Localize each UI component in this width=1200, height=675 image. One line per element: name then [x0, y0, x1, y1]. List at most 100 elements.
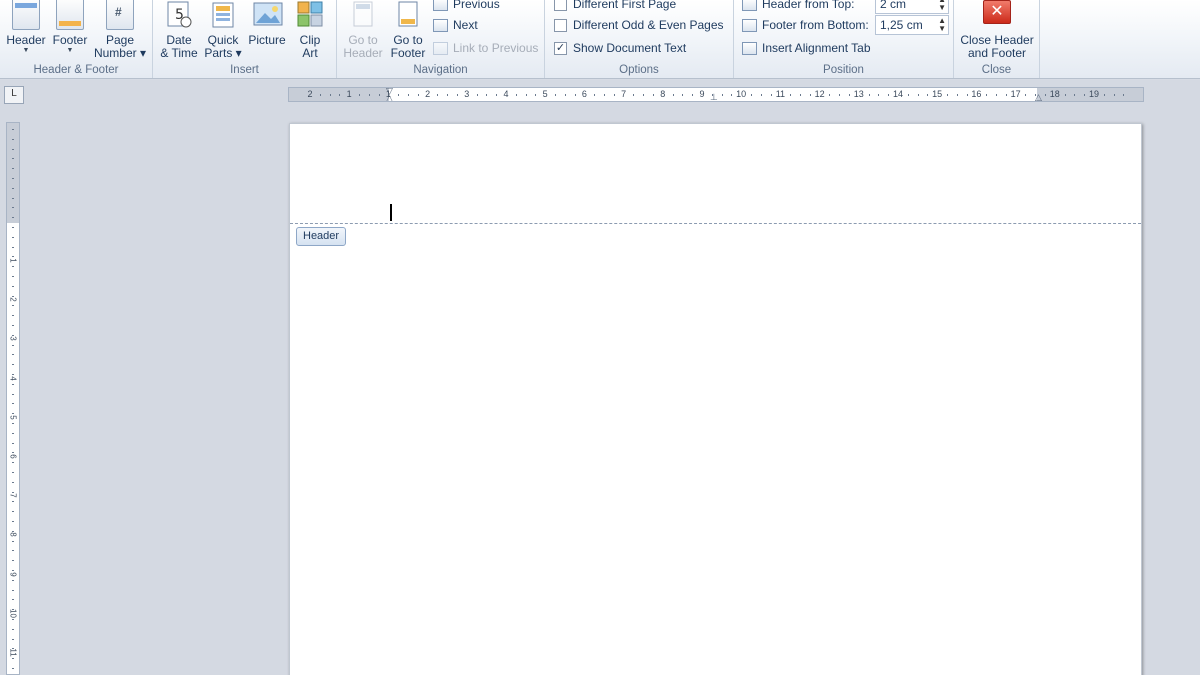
ruler-tick: [12, 403, 14, 405]
footer-icon: [56, 0, 84, 30]
different-odd-even-checkbox[interactable]: Different Odd & Even Pages: [554, 15, 724, 35]
ruler-tick: [760, 94, 762, 96]
clip-art-button[interactable]: Clip Art: [291, 0, 329, 60]
ruler-tick: [1035, 94, 1037, 96]
footer-position-icon: [742, 18, 757, 32]
checkmark-icon: ✓: [554, 41, 567, 55]
ruler-tick: [408, 94, 409, 96]
close-label-2: and Footer: [967, 46, 1027, 60]
ruler-tick: [12, 217, 14, 219]
ruler-label: 6: [581, 89, 587, 99]
group-label-header-footer: Header & Footer: [33, 64, 119, 76]
ruler-tick: [1045, 94, 1046, 96]
ruler-tick: [12, 364, 14, 366]
ruler-tick: [12, 413, 14, 415]
date-time-label-2: & Time: [160, 46, 198, 60]
footer-from-bottom-spinner[interactable]: 1,25 cm ▲ ▼: [875, 15, 949, 35]
ruler-tick: [12, 589, 14, 591]
ruler-tick: [476, 94, 478, 96]
ruler-label: 7: [621, 89, 627, 99]
tab-selector[interactable]: L: [4, 86, 24, 104]
go-to-footer-button[interactable]: Go to Footer: [387, 0, 429, 60]
quick-parts-button[interactable]: Quick Parts ▾: [203, 0, 243, 60]
ruler-label: 12: [814, 89, 825, 99]
ruler-tick: [574, 94, 576, 96]
ruler-tick: [12, 579, 14, 581]
checkbox-icon: [554, 0, 567, 11]
header-from-top-label-row: Header from Top:: [742, 0, 855, 14]
header-tag: Header: [296, 227, 347, 246]
quick-parts-label-2-text: Parts: [204, 46, 233, 60]
ruler-label: 1: [385, 89, 391, 99]
ruler-label: 8: [660, 89, 666, 99]
ruler-tick: [12, 158, 14, 160]
ruler-tick: [12, 138, 14, 140]
different-first-page-checkbox[interactable]: Different First Page: [554, 0, 676, 14]
previous-icon: [433, 0, 448, 11]
ruler-tick: [515, 94, 517, 96]
ruler-tick: [12, 550, 14, 552]
ruler-tick: [1113, 94, 1115, 96]
page-number-button[interactable]: Page Number ▾: [92, 0, 148, 60]
text-cursor: [390, 204, 392, 221]
ruler-tick: [437, 94, 439, 96]
chevron-down-icon: ▼: [22, 47, 30, 54]
ruler-tick: [496, 94, 498, 96]
ruler-tick: [564, 94, 566, 96]
ruler-tick: [12, 658, 14, 660]
ruler-tick: [12, 452, 14, 454]
ruler-label: 2: [425, 89, 431, 99]
ruler-label: 1: [346, 89, 352, 99]
spinner-arrows-icon[interactable]: ▲▼: [938, 17, 946, 33]
ruler-tick: [12, 197, 14, 199]
group-label-insert: Insert: [230, 64, 259, 76]
ruler-label: 4: [503, 89, 509, 99]
ruler-tick: [12, 609, 14, 611]
ruler-tick: [643, 94, 645, 96]
footer-button[interactable]: Footer ▼: [48, 0, 92, 55]
ruler-tick: [12, 560, 14, 562]
different-first-page-label: Different First Page: [573, 0, 677, 11]
ruler-label: 2: [307, 89, 313, 99]
header-from-top-spinner[interactable]: 2 cm ▲▼: [875, 0, 949, 14]
chevron-down-icon: ▼: [66, 47, 74, 54]
page-number-label-2: Number ▾: [93, 46, 147, 60]
picture-button[interactable]: Picture: [245, 0, 289, 47]
ruler-tick: [829, 94, 831, 96]
ruler-tick: [447, 94, 449, 96]
date-time-button[interactable]: 5 Date & Time: [157, 0, 201, 60]
footer-from-bottom-label-row: Footer from Bottom:: [742, 15, 869, 35]
previous-button[interactable]: Previous: [433, 0, 500, 14]
ruler-tick: [12, 442, 14, 444]
ruler-tick: [12, 393, 14, 395]
ruler-tick: [12, 511, 14, 513]
ruler-tick: [682, 94, 684, 96]
next-button[interactable]: Next: [433, 15, 478, 35]
close-header-footer-button[interactable]: ✕ Close Header and Footer: [958, 0, 1036, 60]
show-document-text-checkbox[interactable]: ✓ Show Document Text: [554, 38, 686, 58]
ribbon: Header ▼ Footer ▼ Page Number ▾ Header &…: [0, 0, 1200, 79]
header-button[interactable]: Header ▼: [4, 0, 48, 55]
spinner-arrows-icon[interactable]: ▲▼: [938, 0, 946, 12]
ruler-label: 13: [853, 89, 864, 99]
ruler-tick: [868, 94, 870, 96]
link-to-previous-button[interactable]: Link to Previous: [433, 38, 538, 58]
document-page[interactable]: Header: [289, 123, 1142, 675]
clip-art-icon: [296, 0, 324, 30]
insert-alignment-tab-button[interactable]: Insert Alignment Tab: [742, 38, 871, 58]
group-label-options: Options: [619, 64, 659, 76]
header-boundary-line: [290, 223, 1141, 224]
horizontal-ruler[interactable]: ▽ △ ⊥ △ 2 1 1 2 3 4 5 6 7 8 9 10 11 12 13 14 15 16 17 18 19: [288, 87, 1144, 102]
ruler-tick: [12, 599, 14, 601]
insert-alignment-tab-label: Insert Alignment Tab: [762, 41, 871, 55]
ruler-tick: [692, 94, 694, 96]
ruler-tick: [359, 94, 360, 96]
picture-icon: [253, 0, 283, 30]
ruler-tick: [721, 94, 723, 96]
ruler-tick: [996, 94, 997, 96]
vertical-ruler[interactable]: 1 2 3 4 5 6 7 8 9 10 11: [6, 122, 20, 675]
ruler-tick: [594, 94, 596, 96]
ruler-label: 10: [736, 89, 747, 99]
go-to-header-button[interactable]: Go to Header: [341, 0, 385, 60]
ruler-tick: [12, 462, 14, 464]
